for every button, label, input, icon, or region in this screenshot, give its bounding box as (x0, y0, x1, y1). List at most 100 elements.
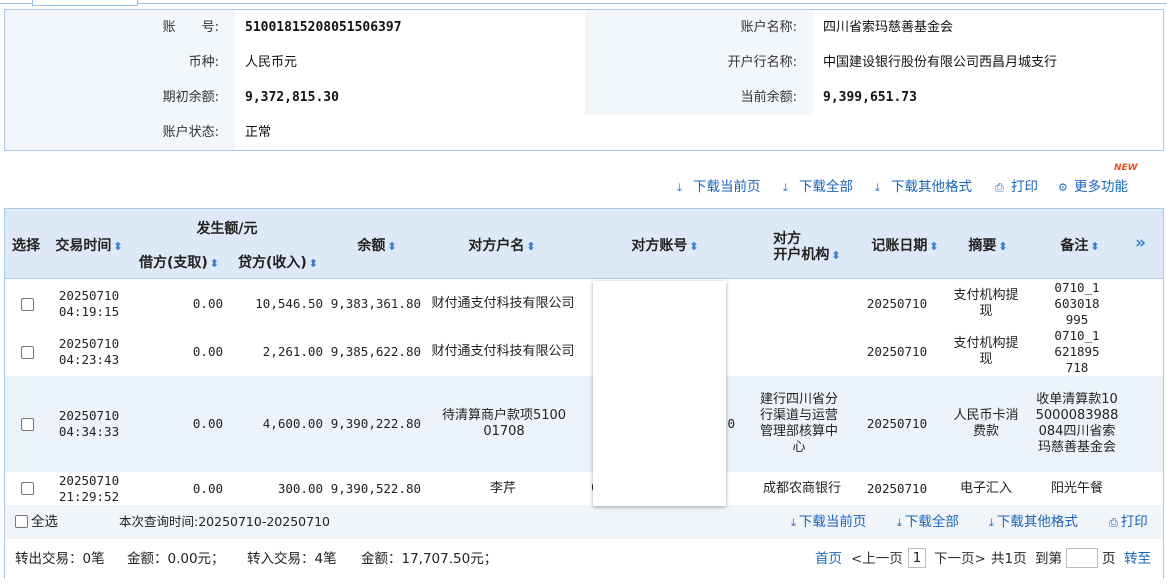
counterparty-name-cell: 李芹 (489, 480, 516, 496)
download-current-page-button[interactable]: ⤓ 下载当前页 (677, 176, 761, 199)
download-icon: ⤓ (791, 516, 796, 529)
top-tab-bar (0, 0, 1167, 8)
balance-cell: 9,390,522.80 (330, 480, 421, 496)
query-time-text: 本次查询时间:20250710-20250710 (119, 514, 330, 529)
row-checkbox[interactable] (19, 280, 35, 328)
remark-cell: 0710_1621895718 (1054, 328, 1100, 375)
tab-bar-line (0, 3, 1167, 4)
posting-date-cell: 20250710 (866, 296, 928, 311)
counterparty-name-cell: 财付通支付科技有限公司 (431, 296, 575, 311)
table-footer-summary: 转出交易：0笔 金额：0.00元； 转入交易：4笔 金额：17,707.50元；… (5, 539, 1163, 579)
page-unit-label: 页 (1102, 551, 1116, 567)
checkbox-box (20, 482, 34, 495)
goto-label: 到第 (1035, 551, 1062, 567)
transaction-table: 选择 交易时间 ⬍ 发生额/元 借方(支取) ⬍ 贷方(收入) ⬍ 余额 ⬍ 对方户名 ⬍… (4, 208, 1164, 579)
header-balance[interactable]: 余额 ⬍ (349, 235, 405, 255)
checkbox-box (20, 345, 34, 359)
gear-icon: ⚙ (1058, 181, 1068, 194)
sort-icon: ⬍ (929, 240, 939, 253)
debit-cell: 0.00 (192, 480, 223, 496)
account-status-label: 账户状态: (5, 115, 235, 150)
account-name-label: 账户名称: (585, 10, 813, 45)
sort-icon: ⬍ (831, 249, 841, 262)
header-credit[interactable]: 贷方(收入) ⬍ (231, 252, 325, 272)
print-button[interactable]: ⎙ 打印 (995, 176, 1038, 199)
footer-download-other-format-button[interactable]: ⤓ 下载其他格式 (989, 512, 1078, 533)
download-icon: ⤓ (875, 181, 880, 194)
outgoing-count: 转出交易：0笔 (15, 551, 105, 567)
header-counterparty-bank[interactable]: 开户机构 ⬍ (769, 244, 845, 264)
current-balance-value: 9,399,651.73 (823, 90, 917, 105)
trade-time-cell: 20250710 04:23:43 (58, 336, 120, 367)
trade-time-cell: 20250710 04:34:33 (58, 408, 120, 439)
summary-cell: 支付机构提现 (953, 288, 1019, 319)
download-icon: ⤓ (897, 516, 902, 529)
first-page-link[interactable]: 首页 (815, 549, 842, 569)
footer-download-current-page-button[interactable]: ⤓ 下载当前页 (791, 512, 866, 533)
current-page-box[interactable]: 1 (908, 548, 926, 568)
total-pages-text: 共1页 (991, 551, 1027, 567)
footer-print-button[interactable]: ⎙ 打印 (1109, 512, 1148, 533)
sort-icon: ⬍ (308, 257, 318, 270)
account-name-value: 四川省索玛慈善基金会 (823, 20, 954, 35)
expand-columns-icon[interactable]: » (1135, 233, 1146, 253)
checkbox-box (15, 515, 28, 528)
row-checkbox[interactable] (19, 328, 35, 376)
header-counterparty-account[interactable]: 对方账号 ⬍ (627, 235, 703, 255)
info-row-4: 账户状态: 正常 (5, 115, 1163, 150)
account-number-value: 51001815208051506397 (245, 20, 402, 35)
sort-icon: ⬍ (998, 240, 1008, 253)
header-remark[interactable]: 备注 ⬍ (1057, 235, 1103, 255)
printer-icon: ⎙ (995, 181, 1004, 194)
new-badge: NEW (1114, 163, 1138, 173)
counterparty-name-cell: 财付通支付科技有限公司 (431, 344, 575, 359)
outgoing-amount: 金额：0.00元； (127, 551, 225, 567)
counterparty-name-cell: 待清算商户款项510001708 (441, 408, 567, 439)
balance-cell: 9,385,622.80 (330, 344, 421, 359)
row-checkbox[interactable] (19, 472, 35, 505)
row-checkbox[interactable] (19, 376, 35, 472)
header-counterparty-name[interactable]: 对方户名 ⬍ (461, 235, 543, 255)
bank-name-label: 开户行名称: (585, 45, 813, 80)
currency-value: 人民币元 (245, 55, 298, 70)
balance-cell: 9,390,222.80 (330, 416, 421, 431)
select-all-checkbox[interactable]: 全选 (15, 512, 58, 532)
posting-date-cell: 20250710 (866, 344, 928, 359)
summary-cell: 电子汇入 (959, 480, 1012, 496)
credit-cell: 4,600.00 (262, 416, 323, 431)
debit-cell: 0.00 (192, 416, 223, 431)
header-debit[interactable]: 借方(支取) ⬍ (133, 252, 225, 272)
download-icon: ⤓ (783, 181, 788, 194)
download-other-format-button[interactable]: ⤓ 下载其他格式 (875, 176, 972, 199)
header-amount-group: 发生额/元 (196, 221, 258, 237)
opening-balance-label: 期初余额: (5, 80, 235, 115)
debit-cell: 0.00 (192, 344, 223, 359)
active-tab[interactable] (32, 0, 138, 6)
goto-button[interactable]: 转至 (1124, 549, 1151, 569)
debit-cell: 0.00 (192, 296, 223, 311)
posting-date-cell: 20250710 (866, 416, 928, 431)
header-summary[interactable]: 摘要 ⬍ (965, 235, 1011, 255)
sort-icon: ⬍ (387, 240, 397, 253)
next-page-link[interactable]: 下一页> (934, 549, 986, 569)
prev-page-link[interactable]: <上一页 (851, 549, 903, 569)
remark-cell: 0710_1603018995 (1054, 280, 1100, 327)
more-functions-button[interactable]: ⚙ 更多功能 (1058, 176, 1128, 199)
goto-page-input[interactable] (1066, 548, 1098, 568)
header-posting-date[interactable]: 记账日期 ⬍ (867, 235, 943, 255)
info-row-2: 币种: 人民币元 开户行名称: 中国建设银行股份有限公司西昌月城支行 (5, 45, 1163, 80)
top-toolbar: ⤓ 下载当前页 ⤓ 下载全部 ⤓ 下载其他格式 ⎙ 打印 ⚙ 更多功能 (0, 176, 1167, 198)
download-icon: ⤓ (677, 181, 682, 194)
sort-icon: ⬍ (209, 257, 219, 270)
counterparty-bank-cell: 建行四川省分行渠道与运营管理部核算中心 (759, 392, 838, 455)
counterparty-bank-cell: 成都农商银行 (762, 480, 841, 496)
header-select: 选择 (12, 238, 40, 254)
popup-overlay (593, 281, 726, 506)
current-balance-label: 当前余额: (585, 80, 813, 115)
printer-icon: ⎙ (1109, 516, 1118, 529)
footer-download-all-button[interactable]: ⤓ 下载全部 (897, 512, 959, 533)
summary-cell: 支付机构提现 (953, 336, 1019, 367)
header-trade-time[interactable]: 交易时间 ⬍ (51, 235, 127, 255)
download-all-button[interactable]: ⤓ 下载全部 (783, 176, 853, 199)
table-row: 20250710 21:29:52 0.00 300.00 9,390,522.8… (5, 472, 1163, 505)
